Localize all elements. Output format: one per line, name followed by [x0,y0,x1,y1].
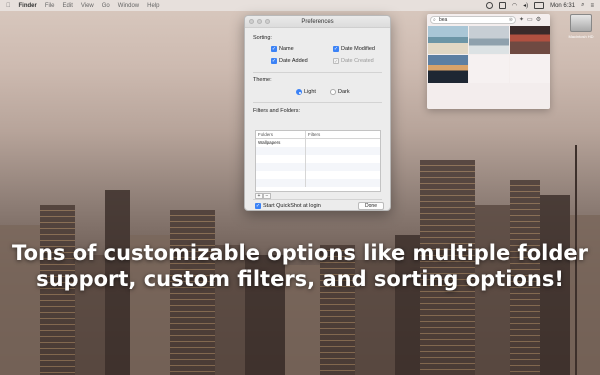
checkmark-icon: ✓ [271,58,277,64]
sort-date-modified-label: Date Modified [341,46,375,52]
divider [253,102,382,103]
wallpaper-thumbnail[interactable] [510,26,550,54]
title-bar[interactable]: Preferences [245,16,390,28]
start-at-login-checkbox[interactable]: ✓ Start QuickShot at login [255,203,321,209]
table-row[interactable] [256,171,380,179]
search-value: bea [439,16,448,23]
folder-cell[interactable]: Wallpapers [256,139,306,147]
menu-bar:  Finder File Edit View Go Window Help ◠… [0,0,600,11]
checkmark-icon: ✓ [255,203,261,209]
folders-filters-table[interactable]: Folders Filters Wallpapers [255,130,381,192]
zoom-window-button[interactable] [265,19,270,24]
table-row[interactable] [256,155,380,163]
folders-column-header[interactable]: Folders [256,131,306,138]
menu-item-finder[interactable]: Finder [19,3,37,9]
wallpaper-thumbnail[interactable] [469,26,509,54]
wallpaper-thumbnail[interactable] [428,26,468,54]
spotlight-icon[interactable]: ⌕ [581,2,584,9]
filter-cell[interactable] [306,139,308,147]
empty-slot [510,55,550,83]
battery-icon[interactable] [534,2,545,9]
menu-item-edit[interactable]: Edit [63,3,73,9]
clock[interactable]: Mon 6:31 [550,3,575,9]
apple-icon[interactable]:  [6,3,11,9]
sorting-label: Sorting: [253,35,272,41]
empty-slot [469,55,509,83]
folder-icon[interactable]: ▭ [527,16,533,23]
promo-caption: Tons of customizable options like multip… [0,240,600,292]
close-window-button[interactable] [249,19,254,24]
sort-date-added-checkbox[interactable]: ✓ Date Added [271,58,308,64]
magic-wand-icon[interactable]: ✦ [519,16,524,23]
menu-item-window[interactable]: Window [118,3,139,9]
sort-name-label: Name [279,46,294,52]
start-at-login-label: Start QuickShot at login [263,203,321,209]
sort-name-checkbox[interactable]: ✓ Name [271,46,294,52]
wifi-icon[interactable]: ◠ [512,2,517,9]
theme-light-label: Light [304,89,316,95]
search-input[interactable]: bea ⊗ [430,15,516,24]
gear-icon[interactable]: ⚙ [536,16,541,23]
drive-label: Macintosh HD [568,34,594,39]
filters-column-header[interactable]: Filters [306,131,320,138]
thumbnail-grid [427,25,550,84]
desktop-drive[interactable]: Macintosh HD [566,14,596,39]
hard-drive-icon [570,14,592,32]
theme-label: Theme: [253,77,272,83]
caption-line-1: Tons of customizable options like multip… [12,241,588,265]
close-icon[interactable]: ⊗ [509,17,513,23]
theme-light-radio[interactable]: Light [296,89,316,95]
theme-dark-label: Dark [338,89,350,95]
checkmark-icon: ✓ [271,46,277,52]
table-row[interactable] [256,147,380,155]
minimize-window-button[interactable] [257,19,262,24]
divider [253,72,382,73]
theme-dark-radio[interactable]: Dark [330,89,350,95]
table-row[interactable] [256,179,380,187]
sort-date-created-label: Date Created [341,58,374,64]
checkmark-icon: ✓ [333,46,339,52]
table-row[interactable]: Wallpapers [256,139,380,147]
quickshot-panel: bea ⊗ ✦ ▭ ⚙ [427,14,550,109]
display-icon[interactable] [498,2,506,9]
menu-item-file[interactable]: File [45,3,55,9]
menu-item-help[interactable]: Help [147,3,159,9]
sort-date-created-checkbox[interactable]: ✓ Date Created [333,58,374,65]
radio-icon [330,89,336,95]
menu-item-view[interactable]: View [81,3,94,9]
sort-date-added-label: Date Added [279,58,308,64]
checkmark-icon: ✓ [333,58,339,65]
done-button[interactable]: Done [358,202,384,210]
quickshot-menubar-icon[interactable] [485,2,493,9]
caption-line-2: support, custom filters, and sorting opt… [36,267,564,291]
notification-center-icon[interactable]: ≡ [590,3,594,9]
volume-icon[interactable]: ◂) [523,2,528,9]
filters-label: Filters and Folders: [253,108,301,114]
wallpaper-thumbnail[interactable] [428,55,468,83]
divider [253,199,382,200]
radio-selected-icon [296,89,302,95]
table-row[interactable] [256,163,380,171]
menu-item-go[interactable]: Go [102,3,110,9]
sort-date-modified-checkbox[interactable]: ✓ Date Modified [333,46,375,52]
preferences-window: Preferences Sorting: ✓ Name ✓ Date Modif… [244,15,391,211]
